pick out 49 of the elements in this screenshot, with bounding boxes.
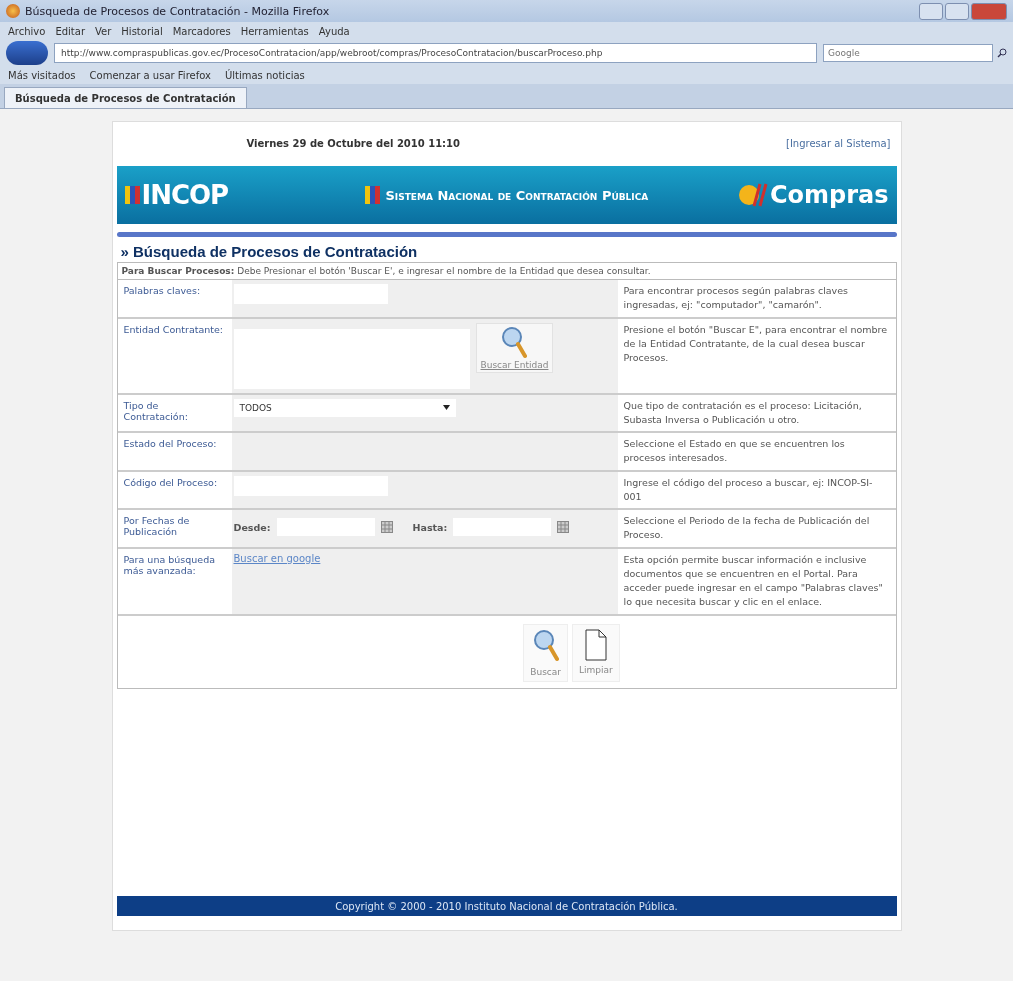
menu-item[interactable]: Historial [121,25,163,37]
date-text: Viernes 29 de Octubre del 2010 11:10 [246,137,461,149]
menu-item[interactable]: Editar [55,25,85,37]
search-icon[interactable] [997,48,1007,58]
search-entity-button[interactable]: Buscar Entidad [475,322,554,373]
calendar-icon[interactable] [380,521,393,533]
magnifier-icon [532,628,559,663]
menu-item[interactable]: Ver [95,25,112,37]
help-text: Seleccione el Estado en que se encuentren los procesos interesados. [617,433,896,472]
browser-tab[interactable]: Búsqueda de Procesos de Contratación [4,87,247,108]
brand-text: Compras [769,181,889,209]
bookmark[interactable]: Últimas noticias [224,69,305,81]
field-label: Desde: [233,521,271,533]
help-text: Esta opción permite buscar información e inclusive documentos que se encuentren en el Portal. Para acceder puede ingresar en el campo "Palabras claves" lo que necesita buscar y clic en el enlace. [617,548,896,616]
window-title: Búsqueda de Procesos de Contratación - Mozilla Firefox [25,4,330,18]
logo-text: INCOP [141,180,229,210]
login-link[interactable]: [Ingresar al Sistema] [786,137,891,149]
close-button[interactable] [971,2,1007,20]
browser-icon [6,4,20,18]
menu-item[interactable]: Ayuda [318,25,350,37]
help-text: Para encontrar procesos según palabras claves ingresadas, ej: "computador", "camarón". [617,280,896,319]
slash-logo-icon [737,182,768,208]
menu-item[interactable]: Herramientas [240,25,309,37]
help-text: Ingrese el código del proceso a buscar, ej: INCOP-SI-001 [617,471,896,510]
help-text: Que tipo de contratación es el proceso: Licitación, Subasta Inversa o Publicación u otro. [617,394,896,433]
footer-bar: Copyright © 2000 - 2010 Instituto Nacional de Contratación Pública. [116,896,897,916]
flag-icon [364,186,380,204]
caret-icon [442,405,450,410]
magnifier-icon [501,325,528,360]
banner-title: Sistema Nacional de Contratación Pública [385,187,649,203]
field-label: Hasta: [412,521,448,533]
blank-page-icon [584,628,607,661]
minimize-button[interactable] [919,2,943,20]
address-bar[interactable]: http://www.compraspublicas.gov.ec/ProcesoContratacion/app/webroot/compras/ProcesoContratacion/buscarProceso.php [54,43,817,63]
bookmark[interactable]: Comenzar a usar Firefox [89,69,211,81]
back-forward-button[interactable] [6,41,48,65]
maximize-button[interactable] [945,2,969,20]
dropdown[interactable]: TODOS [233,398,456,417]
bookmark[interactable]: Más visitados [8,69,76,81]
help-text: Presione el botón "Buscar E", para encontrar el nombre de la Entidad Contratante, de la cual desea buscar Procesos. [617,318,896,395]
menu-item[interactable]: Archivo [8,25,46,37]
calendar-icon[interactable] [557,521,570,533]
search-button[interactable]: Buscar [523,623,568,682]
menu-item[interactable]: Marcadores [172,25,231,37]
clear-button[interactable]: Limpiar [572,623,620,682]
page-heading: » Búsqueda de Procesos de Contratación [120,243,419,260]
logo-icon [124,186,140,204]
search-field[interactable]: Google [823,44,993,62]
help-text: Seleccione el Periodo de la fecha de Publicación del Proceso. [617,510,896,549]
